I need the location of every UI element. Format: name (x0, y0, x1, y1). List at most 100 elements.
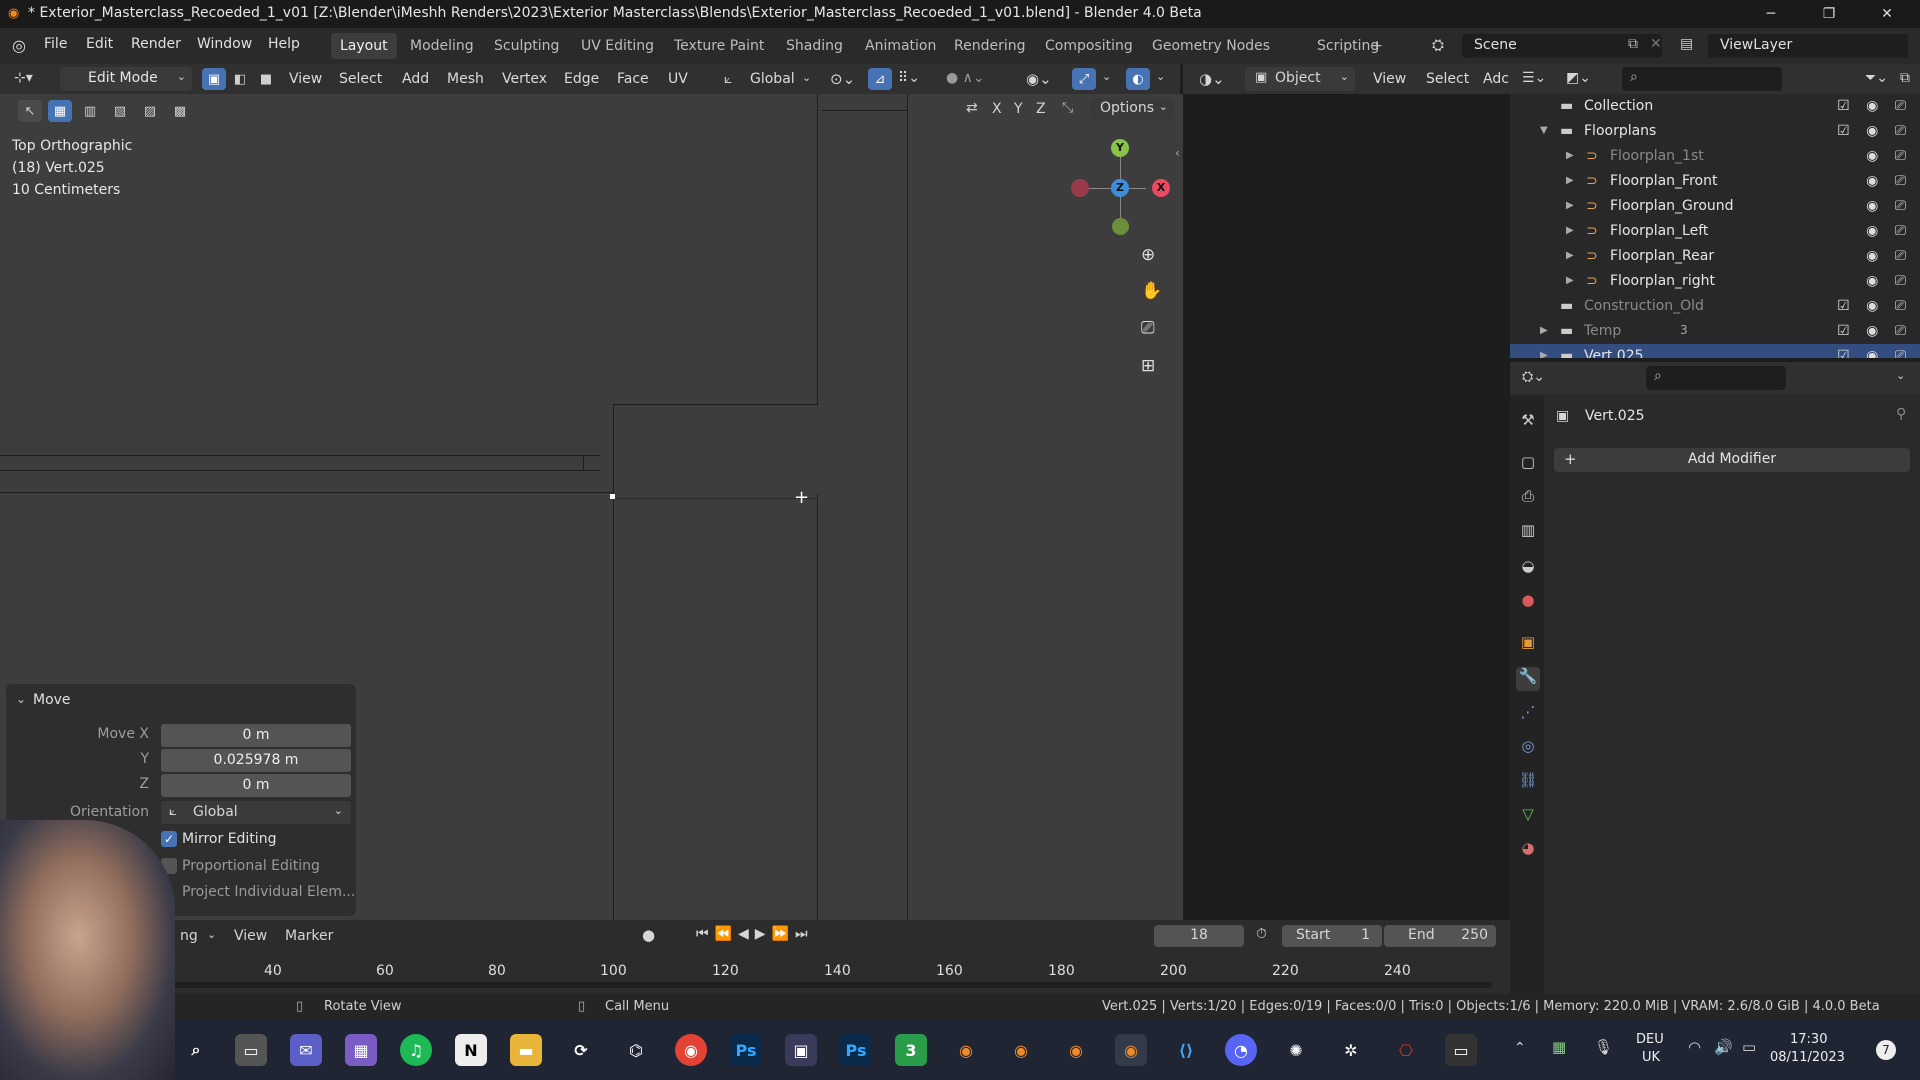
edge-select-icon[interactable]: ◧ (228, 68, 252, 90)
current-frame-field[interactable]: 18 (1154, 925, 1244, 947)
app-icon[interactable]: ▣ (785, 1034, 817, 1066)
vertex-select-icon[interactable]: ▣ (202, 68, 226, 90)
vp-menu-view[interactable]: View (289, 71, 322, 87)
add-workspace-button[interactable]: + (1362, 33, 1392, 59)
search-icon[interactable]: ⌕ (180, 1034, 212, 1066)
acrobat-icon[interactable]: ⎔ (1390, 1034, 1422, 1066)
mode-selector[interactable]: Edit Mode ⌄ (60, 67, 192, 91)
discord-icon[interactable]: ◔ (1225, 1034, 1257, 1066)
shading-icon[interactable]: ◑⌄ (1199, 70, 1225, 88)
gizmo-x-axis[interactable]: X (1152, 179, 1170, 197)
object-type-selector[interactable]: ▣ Object ⌄ (1245, 67, 1355, 91)
expand-arrow-icon[interactable]: ▶ (1540, 325, 1548, 336)
blender-icon[interactable]: ◉ (1115, 1034, 1147, 1066)
gizmo-y-axis[interactable]: Y (1111, 139, 1129, 157)
visibility-toggles-icon[interactable]: ☑ ◉ ⎚ (1837, 123, 1912, 139)
file-explorer-icon[interactable]: ▬ (510, 1034, 542, 1066)
output-tab-icon[interactable]: ⎙ (1516, 487, 1540, 511)
tab-rendering[interactable]: Rendering (945, 33, 1035, 59)
expand-arrow-icon[interactable]: ▶ (1540, 350, 1548, 358)
outliner-row[interactable]: ▶ ⊃ Floorplan_Front ◉ ⎚ (1510, 169, 1920, 194)
select-tool-icon[interactable]: ↖ (18, 100, 42, 122)
visibility-toggles-icon[interactable]: ◉ ⎚ (1866, 148, 1912, 164)
outliner-row[interactable]: ▶ ⊃ Floorplan_right ◉ ⎚ (1510, 269, 1920, 294)
close-button[interactable]: ✕ (1864, 0, 1910, 28)
expand-arrow-icon[interactable]: ▶ (1566, 150, 1574, 161)
vscode-icon[interactable]: ⟨⟩ (1170, 1034, 1202, 1066)
filter-icon[interactable]: ⏷⌄ (1865, 70, 1888, 86)
clock-time[interactable]: 17:30 (1790, 1032, 1827, 1047)
pan-hand-icon[interactable]: ✋ (1141, 281, 1162, 301)
chatgpt-icon[interactable]: ✺ (1280, 1034, 1312, 1066)
tab-compositing[interactable]: Compositing (1036, 33, 1142, 59)
vp-menu-uv[interactable]: UV (668, 71, 688, 87)
outliner-row[interactable]: ▬ Collection ☑ ◉ ⎚ (1510, 94, 1920, 119)
notion-icon[interactable]: N (455, 1034, 487, 1066)
snap-toggle-icon[interactable]: ⊿ (868, 68, 892, 90)
playback-controls-icon[interactable]: ⏮⏪◀▶⏩⏭ (696, 926, 814, 942)
viewlayer-icon[interactable]: ▤ (1680, 36, 1693, 52)
outliner-search-input[interactable]: ⌕ (1622, 67, 1782, 91)
timeline-menu-view[interactable]: View (234, 928, 267, 944)
visibility-toggles-icon[interactable]: ☑ ◉ ⎚ (1837, 348, 1912, 358)
davinci-icon[interactable]: ✲ (1335, 1034, 1367, 1066)
visibility-toggles-icon[interactable]: ☑ ◉ ⎚ (1837, 98, 1912, 114)
particles-tab-icon[interactable]: ⋰ (1516, 703, 1540, 727)
timer-icon[interactable]: ⏱ (1256, 926, 1267, 942)
gizmo-neg-x-axis[interactable] (1071, 179, 1089, 197)
camera-icon[interactable]: ⎚ (1141, 318, 1155, 338)
tab-animation[interactable]: Animation (856, 33, 945, 59)
blender-icon[interactable]: ◉ (1060, 1034, 1092, 1066)
photoshop-icon[interactable]: Ps (730, 1034, 762, 1066)
menu-edit[interactable]: Edit (86, 36, 113, 52)
vp-menu-add[interactable]: Add (402, 71, 429, 87)
right-menu-select[interactable]: Select (1426, 71, 1469, 87)
vp-menu-edge[interactable]: Edge (564, 71, 599, 87)
task-view-icon[interactable]: ▭ (235, 1034, 267, 1066)
constraints-tab-icon[interactable]: ⛓ (1516, 771, 1540, 795)
add-modifier-button[interactable]: + Add Modifier (1554, 448, 1910, 472)
collapse-arrow-icon[interactable]: ‹ (1175, 146, 1180, 160)
scene-tab-icon[interactable]: ◒ (1516, 557, 1540, 581)
visibility-toggles-icon[interactable]: ◉ ⎚ (1866, 248, 1912, 264)
visibility-icon[interactable]: ◉⌄ (1026, 70, 1052, 88)
visibility-toggles-icon[interactable]: ◉ ⎚ (1866, 173, 1912, 189)
transform-orientation[interactable]: Global (750, 71, 795, 87)
wifi-icon[interactable]: ◠ (1688, 1038, 1701, 1056)
new-scene-icon[interactable]: ⧉ (1628, 36, 1638, 52)
language-code[interactable]: DEU (1636, 1032, 1664, 1047)
move-z-field[interactable]: 0 m (161, 774, 351, 797)
axis-z-toggle[interactable]: Z (1036, 101, 1046, 117)
select-extend-icon[interactable]: ▥ (78, 100, 102, 122)
app-icon[interactable]: 3 (895, 1034, 927, 1066)
delete-scene-icon[interactable]: ✕ (1650, 36, 1662, 52)
visibility-toggles-icon[interactable]: ☑ ◉ ⎚ (1837, 298, 1912, 314)
render-tab-icon[interactable]: ▢ (1516, 453, 1540, 477)
axis-y-toggle[interactable]: Y (1014, 101, 1023, 117)
material-tab-icon[interactable]: ◕ (1516, 839, 1540, 863)
grid-view-icon[interactable]: ⊞ (1141, 356, 1155, 376)
select-difference-icon[interactable]: ▨ (138, 100, 162, 122)
chevron-down-icon[interactable]: ⌄ (1896, 369, 1905, 382)
expand-arrow-icon[interactable]: ▶ (1566, 200, 1574, 211)
chat-icon[interactable]: ✉ (290, 1034, 322, 1066)
menu-file[interactable]: File (44, 36, 67, 52)
visibility-toggles-icon[interactable]: ◉ ⎚ (1866, 223, 1912, 239)
select-new-icon[interactable]: ▦ (48, 100, 72, 122)
blender-menu-icon[interactable]: ◎ (12, 36, 26, 55)
tab-geometry-nodes[interactable]: Geometry Nodes (1143, 33, 1279, 59)
outliner-row[interactable]: ▬ Construction_Old ☑ ◉ ⎚ (1510, 294, 1920, 319)
overlay-toggle-icon[interactable]: ◐ (1126, 68, 1150, 90)
tab-texture-paint[interactable]: Texture Paint (665, 33, 773, 59)
right-menu-add[interactable]: Adc (1483, 71, 1509, 87)
viewlayer-selector[interactable]: ViewLayer (1708, 34, 1908, 58)
tab-uv-editing[interactable]: UV Editing (572, 33, 663, 59)
orientation-dropdown[interactable]: ⟀ Global ⌄ (161, 801, 351, 824)
expand-arrow-icon[interactable]: ▶ (1566, 250, 1574, 261)
visibility-toggles-icon[interactable]: ◉ ⎚ (1866, 273, 1912, 289)
outliner-row[interactable]: ▶ ⊃ Floorplan_Ground ◉ ⎚ (1510, 194, 1920, 219)
data-tab-icon[interactable]: ▽ (1516, 805, 1540, 829)
visibility-toggles-icon[interactable]: ◉ ⎚ (1866, 198, 1912, 214)
zoom-icon[interactable]: ⊕ (1141, 245, 1155, 265)
network-app-icon[interactable]: ⌬ (620, 1034, 652, 1066)
